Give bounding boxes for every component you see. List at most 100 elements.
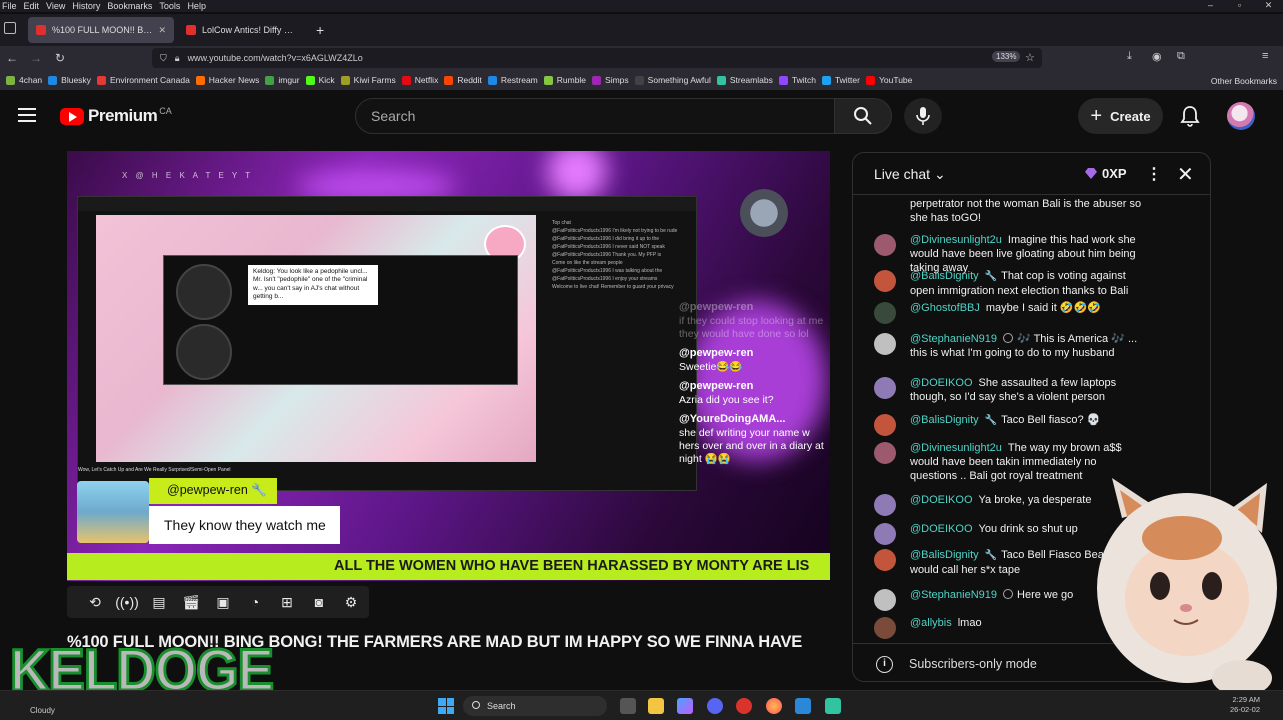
chat-username[interactable]: @DOEIKOO xyxy=(910,523,973,535)
speed-icon[interactable]: ◔ xyxy=(239,592,271,612)
zoom-level[interactable]: 133% xyxy=(992,51,1021,62)
firefox-icon[interactable] xyxy=(766,698,782,714)
bookmark-imgur[interactable]: imgur xyxy=(265,75,300,85)
gear-icon[interactable]: ⚙ xyxy=(335,592,367,612)
app-icon[interactable] xyxy=(736,698,752,714)
bookmark-4chan[interactable]: 4chan xyxy=(6,75,42,85)
streamlabs-icon[interactable] xyxy=(825,698,841,714)
more-options-icon[interactable]: ⋮ xyxy=(1146,164,1162,184)
chat-username[interactable]: @GhostofBBJ xyxy=(910,302,980,314)
add-icon[interactable]: ⊞ xyxy=(271,592,303,612)
chat-message[interactable]: @Divinesunlight2u The way my brown a$$ wo… xyxy=(874,441,1144,483)
chat-avatar[interactable] xyxy=(874,270,896,292)
tab-list-icon[interactable] xyxy=(4,22,16,34)
menu-item-edit[interactable]: Edit xyxy=(22,1,45,11)
taskbar-search[interactable]: Search xyxy=(463,696,607,716)
bookmark-twitch[interactable]: Twitch xyxy=(778,75,816,85)
bookmark-star-icon[interactable]: ☆ xyxy=(1025,51,1035,64)
chat-avatar[interactable] xyxy=(874,589,896,611)
bookmark-bluesky[interactable]: Bluesky xyxy=(48,75,91,85)
lock-icon[interactable]: 🔒︎ xyxy=(175,53,180,64)
tab-inactive[interactable]: LolCow Antics! Diffy Dorks & Th xyxy=(178,17,306,43)
info-icon[interactable]: i xyxy=(876,656,893,673)
chat-username[interactable]: @BalisDignity xyxy=(910,414,979,426)
search-input[interactable]: Search xyxy=(355,98,835,134)
chat-avatar[interactable] xyxy=(874,333,896,355)
chat-avatar[interactable] xyxy=(874,494,896,516)
url-bar[interactable]: ⛉ 🔒︎ www.youtube.com/watch?v=x6AGLWZ4ZLo… xyxy=(152,48,1042,68)
chat-username[interactable]: @DOEIKOO xyxy=(910,494,973,506)
chat-avatar[interactable] xyxy=(874,377,896,399)
hamburger-menu-icon[interactable] xyxy=(18,108,36,122)
chat-avatar[interactable] xyxy=(874,523,896,545)
chat-avatar[interactable] xyxy=(874,549,896,571)
clapper-icon[interactable]: 🎬︎ xyxy=(175,592,207,612)
screen-icon[interactable]: ▤ xyxy=(143,592,175,612)
xp-badge[interactable]: 0XP xyxy=(1085,166,1127,181)
windows-start-icon[interactable] xyxy=(438,698,454,714)
chat-username[interactable]: @allybis xyxy=(910,617,952,629)
bookmark-hacker-news[interactable]: Hacker News xyxy=(195,75,259,85)
bookmark-environment-canada[interactable]: Environment Canada xyxy=(96,75,190,85)
task-view-icon[interactable] xyxy=(620,698,636,714)
loop-icon[interactable]: ⟲ xyxy=(79,592,111,612)
bookmark-reddit[interactable]: Reddit xyxy=(444,75,482,85)
close-chat-icon[interactable]: ✕ xyxy=(1177,162,1194,187)
chat-avatar[interactable] xyxy=(874,414,896,436)
chat-username[interactable]: @DOEIKOO xyxy=(910,377,973,389)
menu-item-view[interactable]: View xyxy=(44,1,70,11)
bookmark-streamlabs[interactable]: Streamlabs xyxy=(716,75,773,85)
theater-icon[interactable]: ▣ xyxy=(207,592,239,612)
bookmark-twitter[interactable]: Twitter xyxy=(821,75,860,85)
bookmark-youtube[interactable]: YouTube xyxy=(865,75,912,85)
copilot-icon[interactable] xyxy=(677,698,693,714)
chat-username[interactable]: @Divinesunlight2u xyxy=(910,442,1002,454)
maximize-button[interactable]: ▫ xyxy=(1225,0,1254,12)
menu-item-tools[interactable]: Tools xyxy=(157,1,185,11)
extension-icon[interactable]: ◉ xyxy=(1152,50,1162,63)
search-button[interactable] xyxy=(834,98,892,134)
shield-icon[interactable]: ⛉ xyxy=(160,53,167,64)
new-tab-button[interactable]: + xyxy=(316,22,324,38)
bookmark-simps[interactable]: Simps xyxy=(592,75,629,85)
forward-icon[interactable]: → xyxy=(24,51,48,65)
menu-item-bookmarks[interactable]: Bookmarks xyxy=(105,1,157,11)
chat-username[interactable]: @BalisDignity xyxy=(910,270,979,282)
bookmark-restream[interactable]: Restream xyxy=(487,75,538,85)
chat-mode-dropdown[interactable]: Live chat ⌄ xyxy=(874,166,946,183)
bookmark-netflix[interactable]: Netflix xyxy=(401,75,438,85)
system-clock[interactable]: 2:29 AM 26-02-02 xyxy=(1230,695,1260,715)
extensions-icon[interactable]: ⧉ xyxy=(1177,50,1185,63)
weather-widget[interactable]: Cloudy xyxy=(30,706,55,715)
downloads-icon[interactable]: ⤓ xyxy=(1127,50,1132,63)
file-explorer-icon[interactable] xyxy=(648,698,664,714)
chat-message[interactable]: perpetrator not the woman Bali is the ab… xyxy=(874,197,1144,225)
close-window-button[interactable]: ✕ xyxy=(1254,0,1283,12)
menu-item-history[interactable]: History xyxy=(70,1,105,11)
video-player[interactable]: X @ H E K A T E Y T Keldog: You look lik… xyxy=(67,151,830,581)
reload-icon[interactable]: ↻ xyxy=(48,51,72,65)
voice-search-button[interactable] xyxy=(904,98,942,134)
chat-avatar[interactable] xyxy=(874,442,896,464)
chat-message[interactable]: @BalisDignity 🔧 That cop is voting against… xyxy=(874,269,1144,298)
chat-avatar[interactable] xyxy=(874,617,896,639)
tab-active[interactable]: %100 FULL MOON!! BING ✕ xyxy=(28,17,174,43)
bookmark-rumble[interactable]: Rumble xyxy=(543,75,586,85)
notifications-bell-icon[interactable] xyxy=(1180,105,1200,132)
chat-username[interactable]: @BalisDignity xyxy=(910,549,979,561)
youtube-premium-logo[interactable]: Premium CA xyxy=(60,106,172,126)
menu-icon[interactable]: ≡ xyxy=(1262,50,1268,62)
back-icon[interactable]: ← xyxy=(0,51,24,65)
bookmark-kiwi-farms[interactable]: Kiwi Farms xyxy=(340,75,396,85)
chat-avatar[interactable] xyxy=(874,234,896,256)
bookmark-something-awful[interactable]: Something Awful xyxy=(634,75,711,85)
other-bookmarks[interactable]: Other Bookmarks xyxy=(1211,76,1277,86)
chat-message[interactable]: @GhostofBBJ maybe I said it 🤣🤣🤣 xyxy=(874,301,1144,324)
windows-app-icon[interactable] xyxy=(795,698,811,714)
camera-icon[interactable]: ◙ xyxy=(303,592,335,612)
chat-message[interactable]: @DOEIKOO She assaulted a few laptops thou… xyxy=(874,376,1144,404)
chat-avatar[interactable] xyxy=(874,302,896,324)
close-tab-icon[interactable]: ✕ xyxy=(158,25,166,36)
url-text[interactable]: www.youtube.com/watch?v=x6AGLWZ4ZLo xyxy=(188,53,363,63)
chat-message[interactable]: @StephanieN919 🎶 This is America 🎶 ... th… xyxy=(874,332,1144,360)
